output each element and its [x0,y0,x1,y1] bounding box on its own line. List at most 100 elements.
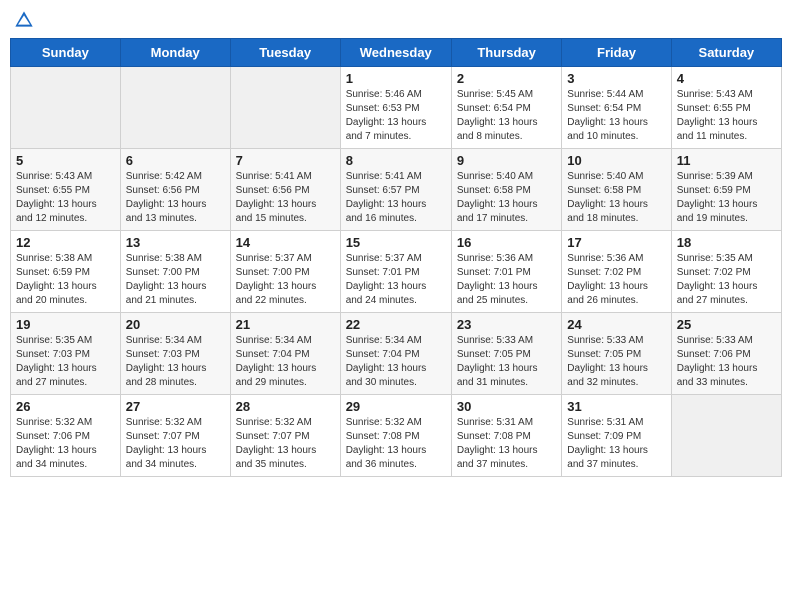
day-number: 16 [457,235,556,250]
calendar-cell [120,67,230,149]
day-number: 15 [346,235,446,250]
day-number: 26 [16,399,115,414]
day-number: 6 [126,153,225,168]
day-number: 2 [457,71,556,86]
calendar-week-row: 26Sunrise: 5:32 AM Sunset: 7:06 PM Dayli… [11,395,782,477]
calendar-cell: 30 Sunrise: 5:31 AM Sunset: 7:08 PM Dayli… [451,395,561,477]
calendar-week-row: 1Sunrise: 5:46 AM Sunset: 6:53 PM Daylig… [11,67,782,149]
day-info: Sunrise: 5:34 AM Sunset: 7:04 PM Dayligh… [346,334,446,390]
calendar-cell: 3 Sunrise: 5:44 AM Sunset: 6:54 PM Daylig… [562,67,671,149]
day-info: Sunrise: 5:33 AM Sunset: 7:06 PM Dayligh… [677,334,776,390]
day-info: Sunrise: 5:43 AM Sunset: 6:55 PM Dayligh… [16,170,115,226]
calendar-cell: 15 Sunrise: 5:37 AM Sunset: 7:01 PM Dayli… [340,231,451,313]
calendar-cell: 31Sunrise: 5:31 AM Sunset: 7:09 PM Dayli… [562,395,671,477]
day-number: 27 [126,399,225,414]
day-info: Sunrise: 5:35 AM Sunset: 7:03 PM Dayligh… [16,334,115,390]
page-header [10,10,782,30]
calendar-cell: 2 Sunrise: 5:45 AM Sunset: 6:54 PM Daylig… [451,67,561,149]
calendar-cell: 8Sunrise: 5:41 AM Sunset: 6:57 PM Daylig… [340,149,451,231]
day-number: 22 [346,317,446,332]
day-number: 3 [567,71,665,86]
day-number: 4 [677,71,776,86]
day-number: 21 [236,317,335,332]
day-number: 19 [16,317,115,332]
day-info: Sunrise: 5:37 AM Sunset: 7:01 PM Dayligh… [346,252,446,308]
day-number: 23 [457,317,556,332]
calendar-week-row: 12 Sunrise: 5:38 AM Sunset: 6:59 PM Dayli… [11,231,782,313]
day-info: Sunrise: 5:40 AM Sunset: 6:58 PM Dayligh… [567,170,665,226]
day-info: Sunrise: 5:42 AM Sunset: 6:56 PM Dayligh… [126,170,225,226]
calendar-cell: 19 Sunrise: 5:35 AM Sunset: 7:03 PM Dayli… [11,313,121,395]
calendar-cell: 23 Sunrise: 5:33 AM Sunset: 7:05 PM Dayli… [451,313,561,395]
day-of-week-header: Tuesday [230,39,340,67]
day-info: Sunrise: 5:39 AM Sunset: 6:59 PM Dayligh… [677,170,776,226]
day-info: Sunrise: 5:45 AM Sunset: 6:54 PM Dayligh… [457,88,556,144]
day-of-week-header: Monday [120,39,230,67]
calendar-cell: 7 Sunrise: 5:41 AM Sunset: 6:56 PM Daylig… [230,149,340,231]
day-info: Sunrise: 5:44 AM Sunset: 6:54 PM Dayligh… [567,88,665,144]
day-info: Sunrise: 5:37 AM Sunset: 7:00 PM Dayligh… [236,252,335,308]
calendar-cell: 6 Sunrise: 5:42 AM Sunset: 6:56 PM Daylig… [120,149,230,231]
calendar-week-row: 5 Sunrise: 5:43 AM Sunset: 6:55 PM Daylig… [11,149,782,231]
day-info: Sunrise: 5:41 AM Sunset: 6:57 PM Dayligh… [346,170,446,226]
day-info: Sunrise: 5:32 AM Sunset: 7:08 PM Dayligh… [346,416,446,472]
day-info: Sunrise: 5:31 AM Sunset: 7:08 PM Dayligh… [457,416,556,472]
calendar-cell [230,67,340,149]
day-number: 5 [16,153,115,168]
day-info: Sunrise: 5:36 AM Sunset: 7:02 PM Dayligh… [567,252,665,308]
calendar-cell: 13 Sunrise: 5:38 AM Sunset: 7:00 PM Dayli… [120,231,230,313]
calendar-cell: 5 Sunrise: 5:43 AM Sunset: 6:55 PM Daylig… [11,149,121,231]
calendar-cell: 26Sunrise: 5:32 AM Sunset: 7:06 PM Dayli… [11,395,121,477]
day-number: 24 [567,317,665,332]
day-number: 1 [346,71,446,86]
calendar-cell: 25 Sunrise: 5:33 AM Sunset: 7:06 PM Dayli… [671,313,781,395]
calendar-cell [11,67,121,149]
day-info: Sunrise: 5:34 AM Sunset: 7:04 PM Dayligh… [236,334,335,390]
day-info: Sunrise: 5:33 AM Sunset: 7:05 PM Dayligh… [567,334,665,390]
calendar-cell: 22 Sunrise: 5:34 AM Sunset: 7:04 PM Dayli… [340,313,451,395]
calendar-cell: 28 Sunrise: 5:32 AM Sunset: 7:07 PM Dayli… [230,395,340,477]
day-of-week-header: Saturday [671,39,781,67]
day-number: 7 [236,153,335,168]
day-info: Sunrise: 5:36 AM Sunset: 7:01 PM Dayligh… [457,252,556,308]
day-info: Sunrise: 5:38 AM Sunset: 6:59 PM Dayligh… [16,252,115,308]
day-of-week-header: Friday [562,39,671,67]
logo-icon [14,10,34,30]
calendar-cell: 4 Sunrise: 5:43 AM Sunset: 6:55 PM Daylig… [671,67,781,149]
calendar-cell: 9Sunrise: 5:40 AM Sunset: 6:58 PM Daylig… [451,149,561,231]
calendar-cell: 17 Sunrise: 5:36 AM Sunset: 7:02 PM Dayli… [562,231,671,313]
calendar-cell: 24 Sunrise: 5:33 AM Sunset: 7:05 PM Dayli… [562,313,671,395]
calendar-cell: 20Sunrise: 5:34 AM Sunset: 7:03 PM Dayli… [120,313,230,395]
calendar-cell: 1Sunrise: 5:46 AM Sunset: 6:53 PM Daylig… [340,67,451,149]
day-info: Sunrise: 5:34 AM Sunset: 7:03 PM Dayligh… [126,334,225,390]
day-info: Sunrise: 5:41 AM Sunset: 6:56 PM Dayligh… [236,170,335,226]
calendar-cell: 12 Sunrise: 5:38 AM Sunset: 6:59 PM Dayli… [11,231,121,313]
day-number: 18 [677,235,776,250]
calendar-header-row: SundayMondayTuesdayWednesdayThursdayFrid… [11,39,782,67]
calendar-cell: 10Sunrise: 5:40 AM Sunset: 6:58 PM Dayli… [562,149,671,231]
day-number: 13 [126,235,225,250]
day-number: 9 [457,153,556,168]
calendar-cell: 29Sunrise: 5:32 AM Sunset: 7:08 PM Dayli… [340,395,451,477]
day-number: 25 [677,317,776,332]
day-info: Sunrise: 5:32 AM Sunset: 7:07 PM Dayligh… [126,416,225,472]
day-number: 30 [457,399,556,414]
day-number: 17 [567,235,665,250]
day-info: Sunrise: 5:32 AM Sunset: 7:07 PM Dayligh… [236,416,335,472]
calendar-cell: 27 Sunrise: 5:32 AM Sunset: 7:07 PM Dayli… [120,395,230,477]
day-info: Sunrise: 5:33 AM Sunset: 7:05 PM Dayligh… [457,334,556,390]
day-number: 31 [567,399,665,414]
day-info: Sunrise: 5:38 AM Sunset: 7:00 PM Dayligh… [126,252,225,308]
day-number: 28 [236,399,335,414]
calendar-cell: 18Sunrise: 5:35 AM Sunset: 7:02 PM Dayli… [671,231,781,313]
calendar-week-row: 19 Sunrise: 5:35 AM Sunset: 7:03 PM Dayli… [11,313,782,395]
day-number: 12 [16,235,115,250]
calendar-cell: 16 Sunrise: 5:36 AM Sunset: 7:01 PM Dayli… [451,231,561,313]
calendar-cell [671,395,781,477]
logo [14,10,38,30]
day-of-week-header: Thursday [451,39,561,67]
calendar-cell: 14Sunrise: 5:37 AM Sunset: 7:00 PM Dayli… [230,231,340,313]
calendar-table: SundayMondayTuesdayWednesdayThursdayFrid… [10,38,782,477]
day-of-week-header: Sunday [11,39,121,67]
day-info: Sunrise: 5:43 AM Sunset: 6:55 PM Dayligh… [677,88,776,144]
